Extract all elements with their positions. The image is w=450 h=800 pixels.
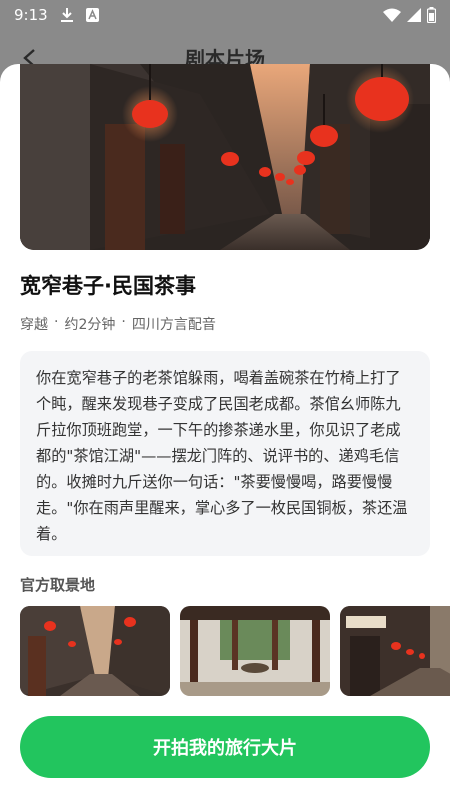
battery-icon (427, 7, 436, 23)
meta-genre: 穿越 (20, 317, 48, 333)
wifi-icon (383, 8, 401, 22)
location-thumbnails (20, 606, 450, 696)
download-icon (60, 7, 74, 23)
a-badge-icon (85, 8, 99, 22)
signal-icon (407, 8, 421, 22)
status-time: 9:13 (14, 6, 48, 24)
meta-voice: 四川方言配音 (131, 317, 216, 333)
location-thumbnail-courtyard[interactable] (180, 606, 330, 696)
story-summary: 你在宽窄巷子的老茶馆躲雨，喝着盖碗茶在竹椅上打了个盹，醒来发现巷子变成了民国老成… (20, 351, 430, 556)
status-bar: 9:13 (0, 0, 450, 30)
location-thumbnail-lantern-alley[interactable] (20, 606, 170, 696)
script-meta: 穿越 · 约2分钟 · 四川方言配音 (20, 314, 216, 334)
meta-separator: · (54, 314, 59, 330)
script-title: 宽窄巷子·民国茶事 (20, 274, 196, 298)
hero-image (20, 64, 430, 250)
start-shooting-button[interactable]: 开拍我的旅行大片 (20, 716, 430, 778)
meta-duration: 约2分钟 (64, 317, 116, 333)
meta-separator: · (121, 314, 126, 330)
script-detail-sheet: 宽窄巷子·民国茶事 穿越 · 约2分钟 · 四川方言配音 你在宽窄巷子的老茶馆躲… (0, 64, 450, 800)
location-thumbnail-teahouse-street[interactable] (340, 606, 450, 696)
locations-section-label: 官方取景地 (20, 576, 96, 594)
